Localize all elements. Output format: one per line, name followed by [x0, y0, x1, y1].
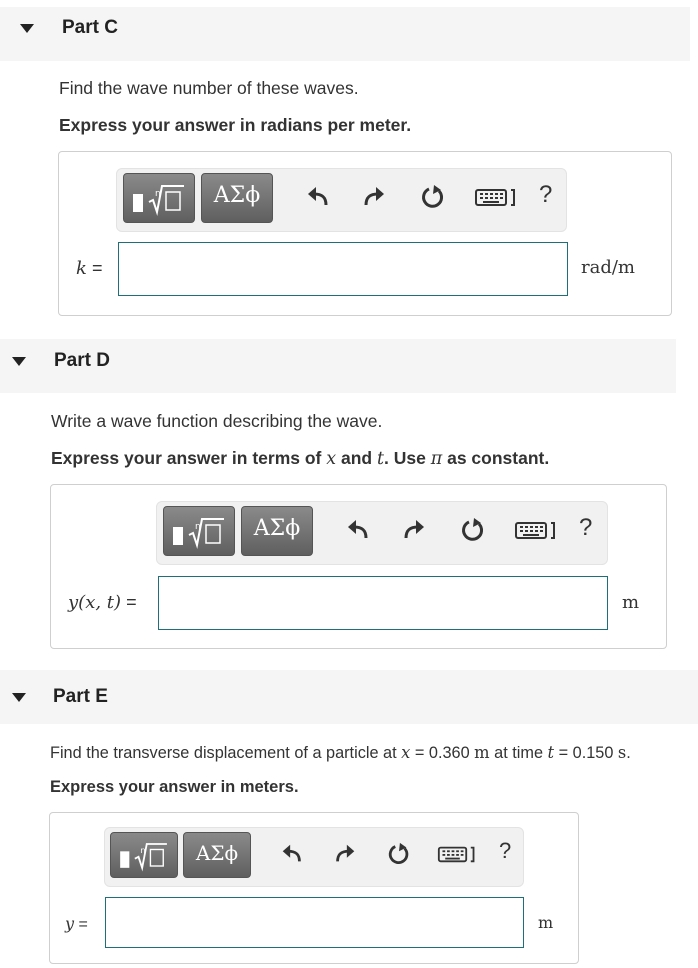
collapse-caret-icon[interactable]	[12, 693, 26, 702]
greek-symbols-button[interactable]: ΑΣϕ	[183, 832, 251, 878]
undo-icon[interactable]	[344, 516, 372, 544]
help-button[interactable]: ?	[579, 514, 592, 542]
fraction-root-template-icon: n	[133, 185, 184, 216]
part-title: Part E	[53, 686, 108, 707]
reset-icon[interactable]	[459, 516, 487, 544]
svg-text:n: n	[140, 845, 145, 855]
math-toolbar: n ΑΣϕ ?	[104, 827, 524, 887]
instruction-text: Express your answer in radians per meter…	[59, 115, 412, 135]
greek-symbols-button[interactable]: ΑΣϕ	[241, 506, 313, 556]
part-title: Part D	[54, 350, 110, 371]
fraction-root-template-icon: n	[120, 843, 167, 872]
question-text: Find the transverse displacement of a pa…	[50, 743, 631, 762]
math-toolbar: n ΑΣϕ ?	[156, 501, 608, 565]
collapse-caret-icon[interactable]	[12, 357, 26, 366]
part-d-header[interactable]: Part D	[0, 339, 676, 393]
instruction-text: Express your answer in meters.	[50, 778, 299, 796]
question-text: Write a wave function describing the wav…	[51, 411, 383, 431]
unit-label: m	[538, 913, 554, 932]
keyboard-icon[interactable]	[474, 183, 520, 211]
redo-icon[interactable]	[360, 183, 388, 211]
svg-text:n: n	[195, 522, 201, 532]
fraction-root-template-icon: n	[173, 518, 224, 549]
redo-icon[interactable]	[332, 841, 358, 867]
variable-label: y =	[65, 914, 88, 933]
part-c-header[interactable]: Part C	[0, 7, 690, 61]
answer-box: n ΑΣϕ ? y(x, t) = m	[50, 484, 667, 649]
redo-icon[interactable]	[400, 516, 428, 544]
answer-box: n ΑΣϕ ? k = rad/m	[58, 151, 672, 316]
answer-box: n ΑΣϕ ? y = m	[49, 812, 579, 964]
help-button[interactable]: ?	[499, 838, 511, 864]
reset-icon[interactable]	[386, 841, 412, 867]
svg-text:n: n	[155, 189, 161, 199]
question-text: Find the wave number of these waves.	[59, 78, 359, 98]
variable-label: k =	[76, 258, 103, 279]
answer-input[interactable]	[118, 242, 568, 296]
help-button[interactable]: ?	[539, 181, 552, 209]
undo-icon[interactable]	[304, 183, 332, 211]
variable-label: y(x, t) =	[68, 592, 137, 613]
undo-icon[interactable]	[279, 841, 305, 867]
unit-label: m	[622, 592, 640, 613]
keyboard-icon[interactable]	[437, 841, 479, 867]
instruction-text: Express your answer in terms of x and t.…	[51, 448, 550, 469]
unit-label: rad/m	[581, 257, 635, 278]
greek-symbols-button[interactable]: ΑΣϕ	[201, 173, 273, 223]
part-title: Part C	[62, 17, 118, 38]
math-toolbar: n ΑΣϕ ?	[116, 168, 567, 232]
part-e-header[interactable]: Part E	[0, 670, 698, 724]
templates-button[interactable]: n	[163, 506, 235, 556]
templates-button[interactable]: n	[123, 173, 195, 223]
collapse-caret-icon[interactable]	[20, 24, 34, 33]
answer-input[interactable]	[105, 897, 524, 948]
reset-icon[interactable]	[419, 183, 447, 211]
answer-input[interactable]	[158, 576, 608, 630]
keyboard-icon[interactable]	[514, 516, 560, 544]
templates-button[interactable]: n	[110, 832, 178, 878]
